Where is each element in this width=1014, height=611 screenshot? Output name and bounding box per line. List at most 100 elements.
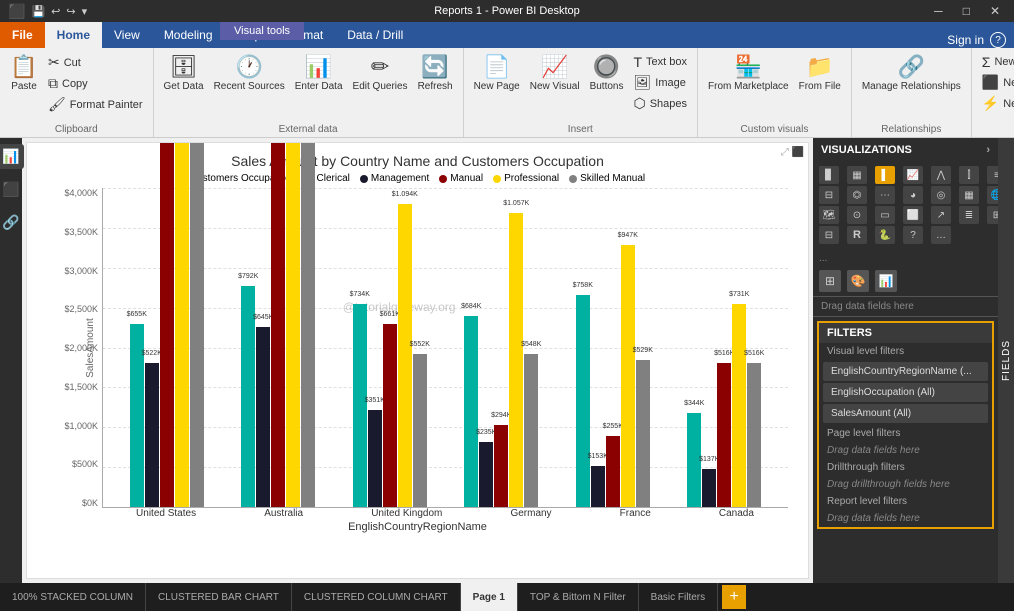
viz-icon-multirow-card[interactable]: ⬜: [903, 206, 923, 224]
bar-1-3[interactable]: $3.656K: [286, 142, 300, 507]
analytics-tab-icon[interactable]: 📊: [875, 270, 897, 292]
image-button[interactable]: 🖼 Image: [629, 72, 691, 93]
bar-1-2[interactable]: $2.213K: [271, 142, 285, 507]
tab-basic-filters[interactable]: Basic Filters: [639, 583, 718, 611]
new-page-button[interactable]: 📄 New Page: [470, 52, 524, 94]
bar-5-2[interactable]: $516K: [717, 363, 731, 507]
viz-icon-python[interactable]: 🐍: [875, 226, 895, 244]
add-page-button[interactable]: +: [722, 585, 746, 609]
recent-sources-button[interactable]: 🕐 Recent Sources: [210, 52, 289, 94]
bar-3-2[interactable]: $294K: [494, 425, 508, 507]
shapes-button[interactable]: ⬡ Shapes: [629, 93, 691, 114]
viz-icon-gauge[interactable]: ⊙: [847, 206, 867, 224]
viz-icon-funnel[interactable]: ⏣: [847, 186, 867, 204]
tab-top-bottom-filter[interactable]: TOP & Bittom N Filter: [518, 583, 639, 611]
viz-icon-card[interactable]: ▭: [875, 206, 895, 224]
viz-icon-line-col[interactable]: ⫿: [959, 166, 979, 184]
maximize-button[interactable]: □: [957, 2, 976, 20]
manage-relationships-button[interactable]: 🔗 Manage Relationships: [858, 52, 965, 94]
bar-3-3[interactable]: $1.057K: [509, 213, 523, 507]
viz-icon-slicer[interactable]: ≣: [959, 206, 979, 224]
quick-access-redo[interactable]: ↪: [66, 5, 75, 18]
viz-icon-filled-map[interactable]: 🗺: [819, 206, 839, 224]
viz-icon-donut[interactable]: ◎: [931, 186, 951, 204]
viz-panel-expand[interactable]: ›: [986, 144, 990, 156]
from-marketplace-button[interactable]: 🏪 From Marketplace: [704, 52, 793, 94]
viz-icon-matrix[interactable]: ⊟: [819, 226, 839, 244]
paste-button[interactable]: 📋 Paste: [6, 52, 42, 94]
bar-1-4[interactable]: $1.755K: [301, 142, 315, 507]
bar-2-2[interactable]: $661K: [383, 324, 397, 507]
bar-4-3[interactable]: $947K: [621, 245, 635, 507]
get-data-button[interactable]: 🗄 Get Data: [160, 52, 208, 94]
bar-4-1[interactable]: $153K: [591, 466, 605, 507]
bar-2-0[interactable]: $734K: [353, 304, 367, 507]
viz-icon-treemap[interactable]: ▦: [959, 186, 979, 204]
viz-icon-more[interactable]: …: [931, 226, 951, 244]
textbox-button[interactable]: T Text box: [629, 52, 691, 72]
tab-modeling[interactable]: Modeling: [152, 22, 225, 48]
chart-resize-handle[interactable]: ⤢ ⬛: [781, 147, 804, 158]
edit-queries-button[interactable]: ✏ Edit Queries: [349, 52, 412, 94]
bar-0-1[interactable]: $522K: [145, 363, 159, 507]
bar-0-4[interactable]: $2.831K: [190, 142, 204, 507]
help-icon[interactable]: ?: [990, 32, 1006, 48]
tab-file[interactable]: File: [0, 22, 45, 48]
minimize-button[interactable]: ─: [928, 2, 949, 20]
buttons-button[interactable]: 🔘 Buttons: [586, 52, 628, 94]
bar-1-1[interactable]: $645K: [256, 327, 270, 507]
bar-3-4[interactable]: $548K: [524, 354, 538, 507]
format-tab-icon[interactable]: 🎨: [847, 270, 869, 292]
tab-page1[interactable]: Page 1: [461, 583, 518, 611]
nav-report-icon[interactable]: 📊: [0, 144, 24, 169]
quick-access-more[interactable]: ▾: [82, 5, 88, 18]
format-painter-button[interactable]: 🖌 Format Painter: [44, 94, 147, 115]
tab-100-stacked-column[interactable]: 100% STACKED COLUMN: [0, 583, 146, 611]
fields-sidebar-toggle[interactable]: FIELDS: [998, 138, 1014, 583]
signin-link[interactable]: Sign in: [947, 33, 984, 47]
bar-3-1[interactable]: $235K: [479, 442, 493, 507]
from-file-button[interactable]: 📁 From File: [795, 52, 845, 94]
bar-5-3[interactable]: $731K: [732, 304, 746, 507]
tab-data-drill[interactable]: Data / Drill: [335, 22, 415, 48]
viz-icon-r-visual[interactable]: R: [847, 226, 867, 244]
bar-2-1[interactable]: $351K: [368, 410, 382, 507]
nav-data-icon[interactable]: ⬛: [0, 177, 24, 202]
bar-4-2[interactable]: $255K: [606, 436, 620, 507]
filter-item-country[interactable]: EnglishCountryRegionName (...: [823, 362, 988, 381]
bar-4-4[interactable]: $529K: [636, 360, 650, 507]
bar-2-4[interactable]: $552K: [413, 354, 427, 507]
viz-icon-line[interactable]: 📈: [903, 166, 923, 184]
new-measure-button[interactable]: Σ New Measure: [978, 52, 1014, 72]
viz-icon-clustered-col[interactable]: ▌: [875, 166, 895, 184]
viz-icon-area[interactable]: ⋀: [931, 166, 951, 184]
new-visual-button[interactable]: 📈 New Visual: [526, 52, 584, 94]
copy-button[interactable]: ⧉ Copy: [44, 73, 147, 94]
visual-tools-tab[interactable]: Visual tools: [220, 22, 304, 40]
quick-access-save[interactable]: 💾: [31, 5, 45, 18]
cut-button[interactable]: ✂ Cut: [44, 52, 147, 73]
viz-icon-stacked-bar[interactable]: ▦: [847, 166, 867, 184]
tab-clustered-column-chart[interactable]: CLUSTERED COLUMN CHART: [292, 583, 461, 611]
filter-item-sales[interactable]: SalesAmount (All): [823, 404, 988, 423]
quick-access-undo[interactable]: ↩: [51, 5, 60, 18]
new-quick-measure-button[interactable]: ⚡ New Quick Measure: [978, 93, 1014, 114]
viz-icon-bar[interactable]: ▊: [819, 166, 839, 184]
fields-tab-icon[interactable]: ⊞: [819, 270, 841, 292]
close-button[interactable]: ✕: [984, 2, 1006, 20]
tab-home[interactable]: Home: [45, 22, 102, 48]
refresh-button[interactable]: 🔄 Refresh: [414, 52, 457, 94]
bar-5-1[interactable]: $137K: [702, 469, 716, 507]
viz-icon-waterfall[interactable]: ⊟: [819, 186, 839, 204]
tab-clustered-bar-chart[interactable]: CLUSTERED BAR CHART: [146, 583, 292, 611]
nav-model-icon[interactable]: 🔗: [0, 210, 24, 235]
viz-icon-kpi[interactable]: ↗: [931, 206, 951, 224]
filter-item-occupation[interactable]: EnglishOccupation (All): [823, 383, 988, 402]
enter-data-button[interactable]: 📊 Enter Data: [291, 52, 347, 94]
viz-icon-scatter[interactable]: ⋯: [875, 186, 895, 204]
bar-2-3[interactable]: $1.094K: [398, 204, 412, 507]
viz-icon-qna[interactable]: ?: [903, 226, 923, 244]
new-column-button[interactable]: ⬛ New Column: [978, 72, 1014, 93]
bar-4-0[interactable]: $758K: [576, 295, 590, 507]
viz-icon-pie[interactable]: ◕: [903, 186, 923, 204]
